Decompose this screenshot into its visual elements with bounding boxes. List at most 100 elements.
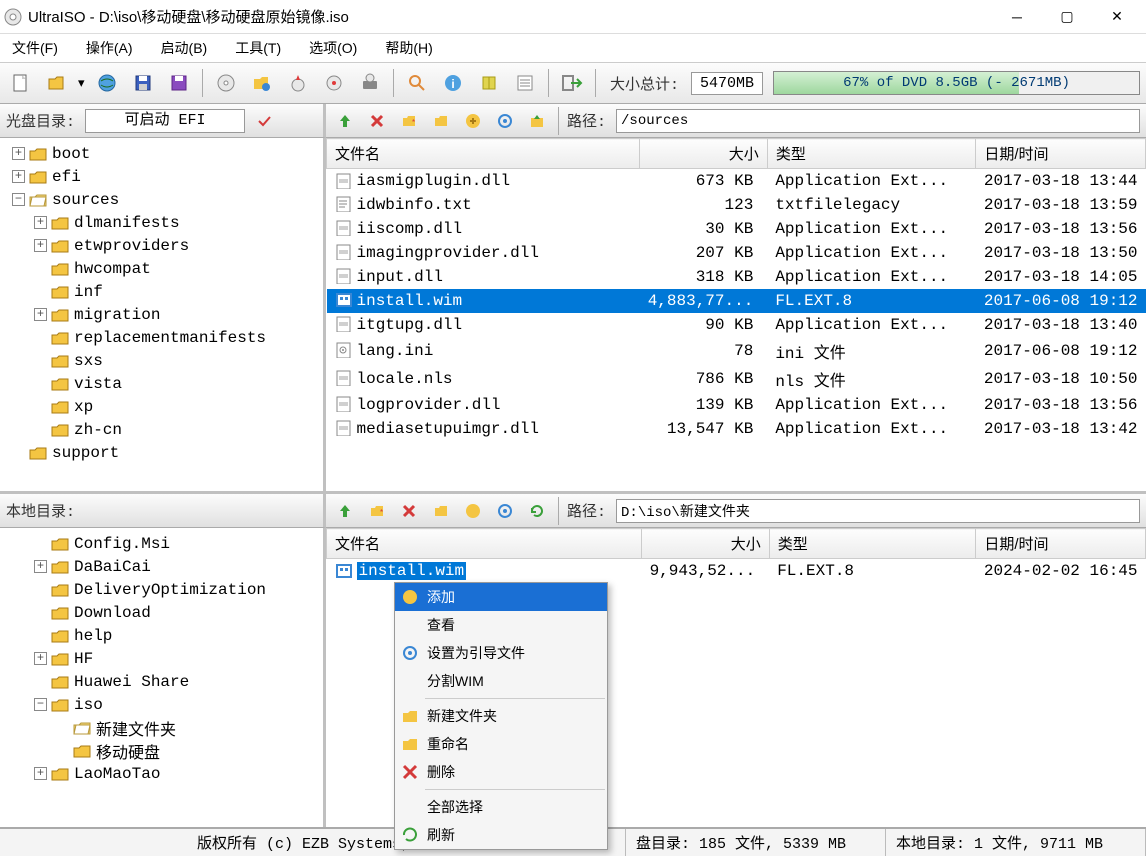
file-row[interactable]: logprovider.dll139 KBApplication Ext...2… bbox=[327, 393, 1146, 417]
delete-icon[interactable] bbox=[364, 108, 390, 134]
add-icon[interactable] bbox=[460, 108, 486, 134]
tree-expand-icon[interactable]: + bbox=[12, 170, 25, 183]
exit-icon[interactable] bbox=[557, 68, 587, 98]
tree-expand-icon[interactable]: + bbox=[34, 560, 47, 573]
tree-item[interactable]: DeliveryOptimization bbox=[4, 578, 323, 601]
search-icon[interactable] bbox=[402, 68, 432, 98]
ctx-item[interactable]: 刷新 bbox=[395, 821, 607, 849]
ctx-item[interactable]: 分割WIM bbox=[395, 667, 607, 695]
disc-tree[interactable]: +boot+efi−sources+dlmanifests+etwprovide… bbox=[0, 138, 326, 491]
col-size[interactable]: 大小 bbox=[640, 139, 768, 169]
ctx-item[interactable]: 重命名 bbox=[395, 730, 607, 758]
burn-icon[interactable] bbox=[283, 68, 313, 98]
tree-expand-icon[interactable]: + bbox=[34, 308, 47, 321]
col-type[interactable]: 类型 bbox=[767, 139, 976, 169]
col2-date[interactable]: 日期/时间 bbox=[976, 529, 1146, 559]
file-row[interactable]: iasmigplugin.dll673 KBApplication Ext...… bbox=[327, 169, 1146, 193]
minimize-button[interactable]: ─ bbox=[992, 0, 1042, 34]
tree-item[interactable]: 移动硬盘 bbox=[4, 739, 323, 762]
tree-item[interactable]: zh-cn bbox=[4, 418, 323, 441]
tree-expand-icon[interactable]: − bbox=[34, 698, 47, 711]
tree-item[interactable]: hwcompat bbox=[4, 257, 323, 280]
col2-type[interactable]: 类型 bbox=[769, 529, 976, 559]
capacity-bar[interactable]: 67% of DVD 8.5GB (- 2671MB) bbox=[773, 71, 1140, 95]
tree-item[interactable]: +HF bbox=[4, 647, 323, 670]
cd-icon[interactable] bbox=[211, 68, 241, 98]
tree-item[interactable]: +LaoMaoTao bbox=[4, 762, 323, 785]
tree-expand-icon[interactable]: + bbox=[34, 767, 47, 780]
tree-expand-icon[interactable]: + bbox=[12, 147, 25, 160]
menu-tool[interactable]: 工具(T) bbox=[231, 36, 285, 60]
save-icon[interactable] bbox=[128, 68, 158, 98]
tree-item[interactable]: 新建文件夹 bbox=[4, 716, 323, 739]
burn2-icon[interactable] bbox=[319, 68, 349, 98]
tree-item[interactable]: +DaBaiCai bbox=[4, 555, 323, 578]
delete2-icon[interactable] bbox=[396, 498, 422, 524]
rename-icon[interactable] bbox=[428, 108, 454, 134]
tree-item[interactable]: Download bbox=[4, 601, 323, 624]
maximize-button[interactable]: ▢ bbox=[1042, 0, 1092, 34]
tree-item[interactable]: −sources bbox=[4, 188, 323, 211]
globe-icon[interactable] bbox=[92, 68, 122, 98]
upper-path-input[interactable] bbox=[616, 109, 1140, 133]
ctx-item[interactable]: 添加 bbox=[395, 583, 607, 611]
tree-item[interactable]: xp bbox=[4, 395, 323, 418]
lower-path-input[interactable] bbox=[616, 499, 1140, 523]
open-icon[interactable] bbox=[42, 68, 72, 98]
tree-item[interactable]: +boot bbox=[4, 142, 323, 165]
up2-icon[interactable] bbox=[332, 498, 358, 524]
compress-icon[interactable] bbox=[474, 68, 504, 98]
disc-file-list[interactable]: 文件名 大小 类型 日期/时间 iasmigplugin.dll673 KBAp… bbox=[326, 138, 1146, 491]
tree-item[interactable]: sxs bbox=[4, 349, 323, 372]
tree-item[interactable]: help bbox=[4, 624, 323, 647]
menu-option[interactable]: 选项(O) bbox=[305, 36, 361, 60]
tree-item[interactable]: vista bbox=[4, 372, 323, 395]
boot-status[interactable]: 可启动 EFI bbox=[85, 109, 245, 133]
menu-file[interactable]: 文件(F) bbox=[8, 36, 62, 60]
up-icon[interactable] bbox=[332, 108, 358, 134]
tree-item[interactable]: +etwproviders bbox=[4, 234, 323, 257]
context-menu[interactable]: 添加查看设置为引导文件分割WIM新建文件夹重命名删除全部选择刷新 bbox=[394, 582, 608, 850]
col2-size[interactable]: 大小 bbox=[642, 529, 770, 559]
tree-item[interactable]: +migration bbox=[4, 303, 323, 326]
tree-item[interactable]: inf bbox=[4, 280, 323, 303]
setting2-icon[interactable] bbox=[492, 498, 518, 524]
file-row[interactable]: install.wim4,883,77...FL.EXT.82017-06-08… bbox=[327, 289, 1146, 313]
saveas-icon[interactable] bbox=[164, 68, 194, 98]
folder-tool-icon[interactable] bbox=[247, 68, 277, 98]
tree-item[interactable]: replacementmanifests bbox=[4, 326, 323, 349]
ctx-item[interactable]: 查看 bbox=[395, 611, 607, 639]
info-icon[interactable]: i bbox=[438, 68, 468, 98]
check-icon[interactable] bbox=[251, 108, 277, 134]
tree-item[interactable]: support bbox=[4, 441, 323, 464]
file-row[interactable]: imagingprovider.dll207 KBApplication Ext… bbox=[327, 241, 1146, 265]
file-row[interactable]: input.dll318 KBApplication Ext...2017-03… bbox=[327, 265, 1146, 289]
extract-icon[interactable] bbox=[524, 108, 550, 134]
ctx-item[interactable]: 删除 bbox=[395, 758, 607, 786]
ctx-item[interactable]: 新建文件夹 bbox=[395, 702, 607, 730]
add2-icon[interactable] bbox=[460, 498, 486, 524]
col-name[interactable]: 文件名 bbox=[327, 139, 640, 169]
file-row[interactable]: idwbinfo.txt123txtfilelegacy2017-03-18 1… bbox=[327, 193, 1146, 217]
rename2-icon[interactable] bbox=[428, 498, 454, 524]
menu-action[interactable]: 操作(A) bbox=[82, 36, 137, 60]
tree-expand-icon[interactable]: − bbox=[12, 193, 25, 206]
tree-item[interactable]: −iso bbox=[4, 693, 323, 716]
setting-icon[interactable] bbox=[492, 108, 518, 134]
ctx-item[interactable]: 设置为引导文件 bbox=[395, 639, 607, 667]
file-row[interactable]: itgtupg.dll90 KBApplication Ext...2017-0… bbox=[327, 313, 1146, 337]
tree-item[interactable]: Config.Msi bbox=[4, 532, 323, 555]
tree-item[interactable]: +efi bbox=[4, 165, 323, 188]
menu-boot[interactable]: 启动(B) bbox=[157, 36, 212, 60]
local-tree[interactable]: Config.Msi+DaBaiCaiDeliveryOptimizationD… bbox=[0, 528, 326, 827]
menu-help[interactable]: 帮助(H) bbox=[381, 36, 436, 60]
col-date[interactable]: 日期/时间 bbox=[976, 139, 1146, 169]
file-row[interactable]: mediasetupuimgr.dll13,547 KBApplication … bbox=[327, 417, 1146, 441]
file-row[interactable]: locale.nls786 KBnls 文件2017-03-18 10:50 bbox=[327, 365, 1146, 393]
mount-icon[interactable] bbox=[355, 68, 385, 98]
newfolder2-icon[interactable]: * bbox=[364, 498, 390, 524]
tree-expand-icon[interactable]: + bbox=[34, 239, 47, 252]
tree-expand-icon[interactable]: + bbox=[34, 652, 47, 665]
file-row[interactable]: iiscomp.dll30 KBApplication Ext...2017-0… bbox=[327, 217, 1146, 241]
tree-item[interactable]: +dlmanifests bbox=[4, 211, 323, 234]
